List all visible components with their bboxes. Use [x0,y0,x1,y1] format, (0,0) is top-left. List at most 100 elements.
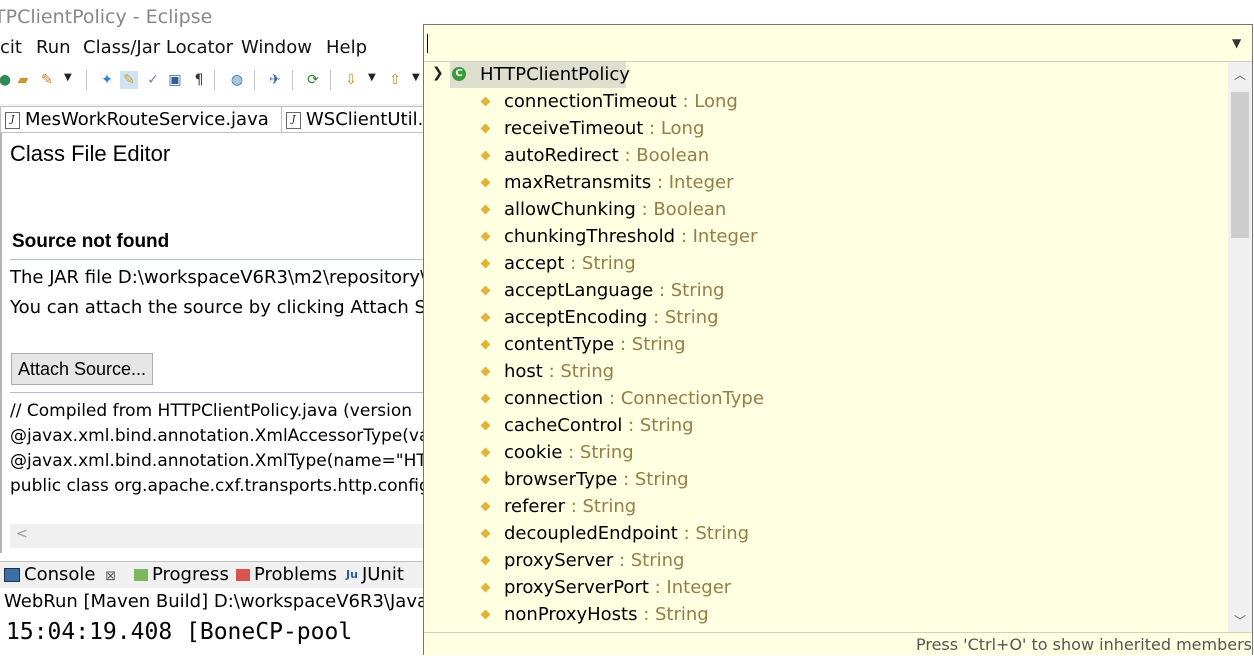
console-tab-bar: Console ⊠ Progress Problems Ju JUnit [0,561,430,588]
outline-field-item[interactable]: decoupledEndpoint : String [424,521,1228,548]
run-icon[interactable]: ✦ [98,71,116,89]
field-name: connection [504,388,604,409]
refresh-icon[interactable]: ⟳ [304,71,322,89]
outline-field-item[interactable]: host : String [424,359,1228,386]
globe-icon[interactable]: ◍ [228,71,246,89]
menu-help[interactable]: Help [326,37,367,58]
menu-class-jar-locator[interactable]: Class/Jar Locator [83,37,233,58]
tab-label: JUnit [361,564,404,585]
outline-field-item[interactable]: chunkingThreshold : Integer [424,224,1228,251]
arrow-up-icon[interactable]: ⇧ [386,71,404,89]
status-row: Press 'Ctrl+O' to show inherited members [424,632,1252,655]
field-name: browserType [504,469,618,490]
external-tools-icon[interactable]: ▣ [166,71,184,89]
tab-junit[interactable]: Ju JUnit [346,564,404,586]
tab-label: MesWorkRouteService.java [25,109,269,130]
field-icon [480,258,491,269]
toolbar: ● ▰ ✎ ▼ ✦ ✎ ✓ ▣ ¶ ◍ ✈ ⟳ ⇩ ▼ ⇧ ▼ [0,64,430,96]
chevron-up-icon[interactable]: ︿ [1234,66,1246,83]
field-name: allowChunking [504,199,636,220]
field-icon [480,393,491,404]
tab-mesworkrouteservice[interactable]: J MesWorkRouteService.java [0,106,304,132]
field-type: : String [614,334,686,355]
outline-field-item[interactable]: cacheControl : String [424,413,1228,440]
toolbar-separator [330,70,331,90]
outline-root-label: HTTPClientPolicy [480,64,630,85]
pencil-icon[interactable]: ✎ [38,71,56,89]
editor-tab-bar: J MesWorkRouteService.java J WSClientUti… [0,104,457,133]
chevron-down-icon[interactable]: ▼ [412,72,420,83]
ant-icon[interactable]: ✈ [266,71,284,89]
search-icon[interactable]: ✎ [120,71,138,89]
console-header: WebRun [Maven Build] D:\workspaceV6R3\Ja… [0,588,434,616]
menu-window[interactable]: Window [241,37,312,58]
outline-field-item[interactable]: acceptEncoding : String [424,305,1228,332]
window-title: TPClientPolicy - Eclipse [0,6,213,28]
outline-field-item[interactable]: proxyServerPort : Integer [424,575,1228,602]
console-icon [4,568,20,582]
code-line: public class org.apache.cxf.transports.h… [10,476,430,496]
tab-console[interactable]: Console ⊠ [4,564,116,588]
field-type: : String [637,604,709,625]
outline-field-item[interactable]: proxyServer : String [424,548,1228,575]
outline-field-item[interactable]: browserType : String [424,467,1228,494]
toolbar-separator [86,70,87,90]
field-type: : String [653,280,725,301]
field-name: nonProxyHosts [504,604,638,625]
field-type: : String [677,523,750,544]
chevron-left-icon[interactable]: < [16,526,28,542]
divider [10,392,430,393]
quick-outline-popup: ▼ ❯ C HTTPClientPolicy connectionTimeout… [423,24,1253,655]
outline-field-item[interactable]: accept : String [424,251,1228,278]
tab-label: Problems [254,564,337,585]
outline-field-item[interactable]: nonProxyHosts : String [424,602,1228,629]
arrow-down-icon[interactable]: ⇩ [342,71,360,89]
chevron-down-icon[interactable]: ▼ [64,72,72,83]
menu-run[interactable]: Run [36,37,71,58]
scrollbar-thumb[interactable] [1231,92,1249,238]
outline-field-item[interactable]: connectionTimeout : Long [424,89,1228,116]
outline-field-item[interactable]: contentType : String [424,332,1228,359]
horizontal-scrollbar[interactable]: < [10,524,426,548]
chevron-down-icon[interactable]: ﹀ [1234,612,1246,629]
menu-dropdown-icon[interactable]: ▼ [1232,36,1241,50]
outline-field-item[interactable]: referer : String [424,494,1228,521]
field-name: referer [504,496,565,517]
outline-field-item[interactable]: allowChunking : Boolean [424,197,1228,224]
field-name: maxRetransmits [504,172,652,193]
outline-field-item[interactable]: connection : ConnectionType [424,386,1228,413]
coverage-icon[interactable]: ✓ [144,71,162,89]
outline-field-item[interactable]: autoRedirect : Boolean [424,143,1228,170]
field-name: proxyServer [504,550,614,571]
outline-field-item[interactable]: acceptLanguage : String [424,278,1228,305]
field-name: acceptEncoding [504,307,648,328]
field-type: : String [562,442,634,463]
field-type: : String [617,469,689,490]
outline-filter-input[interactable] [426,33,1234,55]
field-icon [480,285,491,296]
field-name: cacheControl [504,415,623,436]
code-line: @javax.xml.bind.annotation.XmlAccessorTy… [10,426,430,446]
outline-field-item[interactable]: maxRetransmits : Integer [424,170,1228,197]
debug-icon[interactable]: ● [0,71,14,89]
menu-edit[interactable]: cit [0,37,22,58]
vertical-scrollbar[interactable]: ︿ ﹀ [1228,62,1252,632]
outline-field-item[interactable]: cookie : String [424,440,1228,467]
source-not-found-heading: Source not found [12,231,170,252]
filter-row: ▼ [424,25,1252,62]
field-name: connectionTimeout [504,91,677,112]
problems-icon [236,569,250,581]
tab-problems[interactable]: Problems [236,564,337,586]
outline-root-item[interactable]: ❯ C HTTPClientPolicy [424,62,1228,88]
attach-source-button[interactable]: Attach Source... [11,353,153,385]
paragraph-icon[interactable]: ¶ [190,71,208,89]
field-name: receiveTimeout [504,118,644,139]
tab-progress[interactable]: Progress [134,564,229,586]
toolbar-separator [214,70,215,90]
chevron-down-icon[interactable]: ❯ [432,65,444,81]
field-type: : String [564,253,636,274]
chevron-down-icon[interactable]: ▼ [368,72,376,83]
outline-field-item[interactable]: receiveTimeout : Long [424,116,1228,143]
open-icon[interactable]: ▰ [14,71,32,89]
close-icon[interactable]: ⊠ [105,569,116,584]
